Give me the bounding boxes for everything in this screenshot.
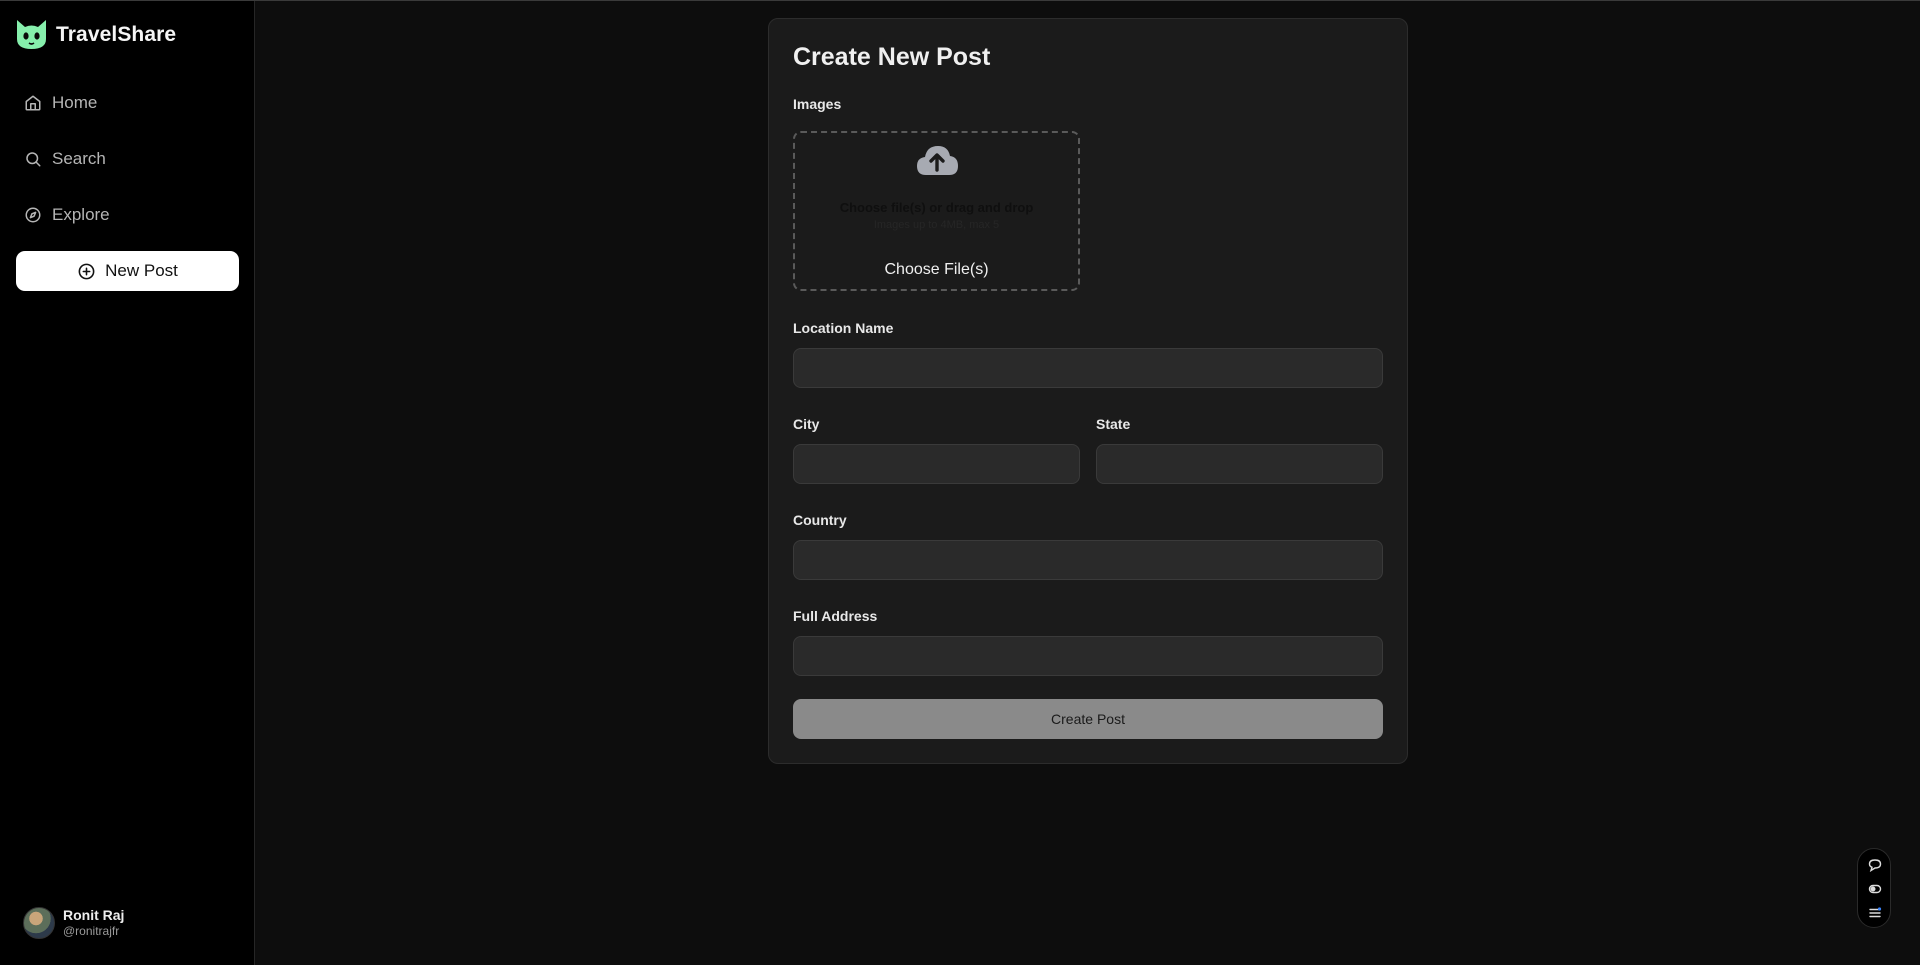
dropzone-subtext: Images up to 4MB, max 5 <box>873 219 1000 231</box>
new-post-button[interactable]: New Post <box>16 251 239 291</box>
sidebar-item-explore[interactable]: Explore <box>16 197 240 233</box>
page-title: Create New Post <box>793 43 991 71</box>
location-name-label: Location Name <box>793 320 894 336</box>
search-icon <box>26 152 41 167</box>
app-name: TravelShare <box>56 22 177 46</box>
state-label: State <box>1096 416 1131 432</box>
sidebar-item-label: Explore <box>52 205 110 224</box>
state-input[interactable] <box>1096 444 1383 484</box>
plus-circle-icon <box>78 263 95 279</box>
country-label: Country <box>793 512 847 528</box>
user-profile[interactable]: Ronit Raj @ronitrajfr <box>23 907 124 939</box>
sidebar-nav: Home Search Explore <box>16 85 240 253</box>
cloud-upload-icon <box>917 146 958 175</box>
sidebar-item-label: Search <box>52 149 106 168</box>
sidebar-item-home[interactable]: Home <box>16 85 240 121</box>
sidebar-item-label: Home <box>52 93 98 112</box>
full-address-label: Full Address <box>793 608 878 624</box>
menu-icon[interactable] <box>1868 906 1882 920</box>
city-input[interactable] <box>793 444 1080 484</box>
chat-icon[interactable] <box>1868 858 1882 872</box>
images-label: Images <box>793 96 842 112</box>
top-border <box>0 0 1920 1</box>
toggle-icon[interactable] <box>1868 882 1882 896</box>
floating-toolbar <box>1857 848 1891 928</box>
sidebar: TravelShare Home Search Explore New Post <box>0 1 255 965</box>
country-input[interactable] <box>793 540 1383 580</box>
app-logo[interactable]: TravelShare <box>15 19 176 50</box>
dropzone-text: Choose file(s) or drag and drop <box>839 200 1034 215</box>
new-post-label: New Post <box>105 261 178 280</box>
image-dropzone[interactable]: Choose file(s) or drag and drop Images u… <box>793 131 1080 291</box>
compass-icon <box>25 207 41 223</box>
avatar <box>23 907 55 939</box>
create-post-button[interactable]: Create Post <box>793 699 1383 739</box>
full-address-input[interactable] <box>793 636 1383 676</box>
cat-face-logo-icon <box>17 20 46 49</box>
choose-files-button[interactable]: Choose File(s) <box>795 261 1078 279</box>
create-post-card: Create New Post Images Choose file(s) or… <box>768 18 1408 764</box>
home-icon <box>25 95 41 111</box>
user-name: Ronit Raj <box>63 907 125 923</box>
sidebar-item-search[interactable]: Search <box>16 141 240 177</box>
city-label: City <box>793 416 820 432</box>
location-name-input[interactable] <box>793 348 1383 388</box>
user-handle: @ronitrajfr <box>63 924 120 938</box>
